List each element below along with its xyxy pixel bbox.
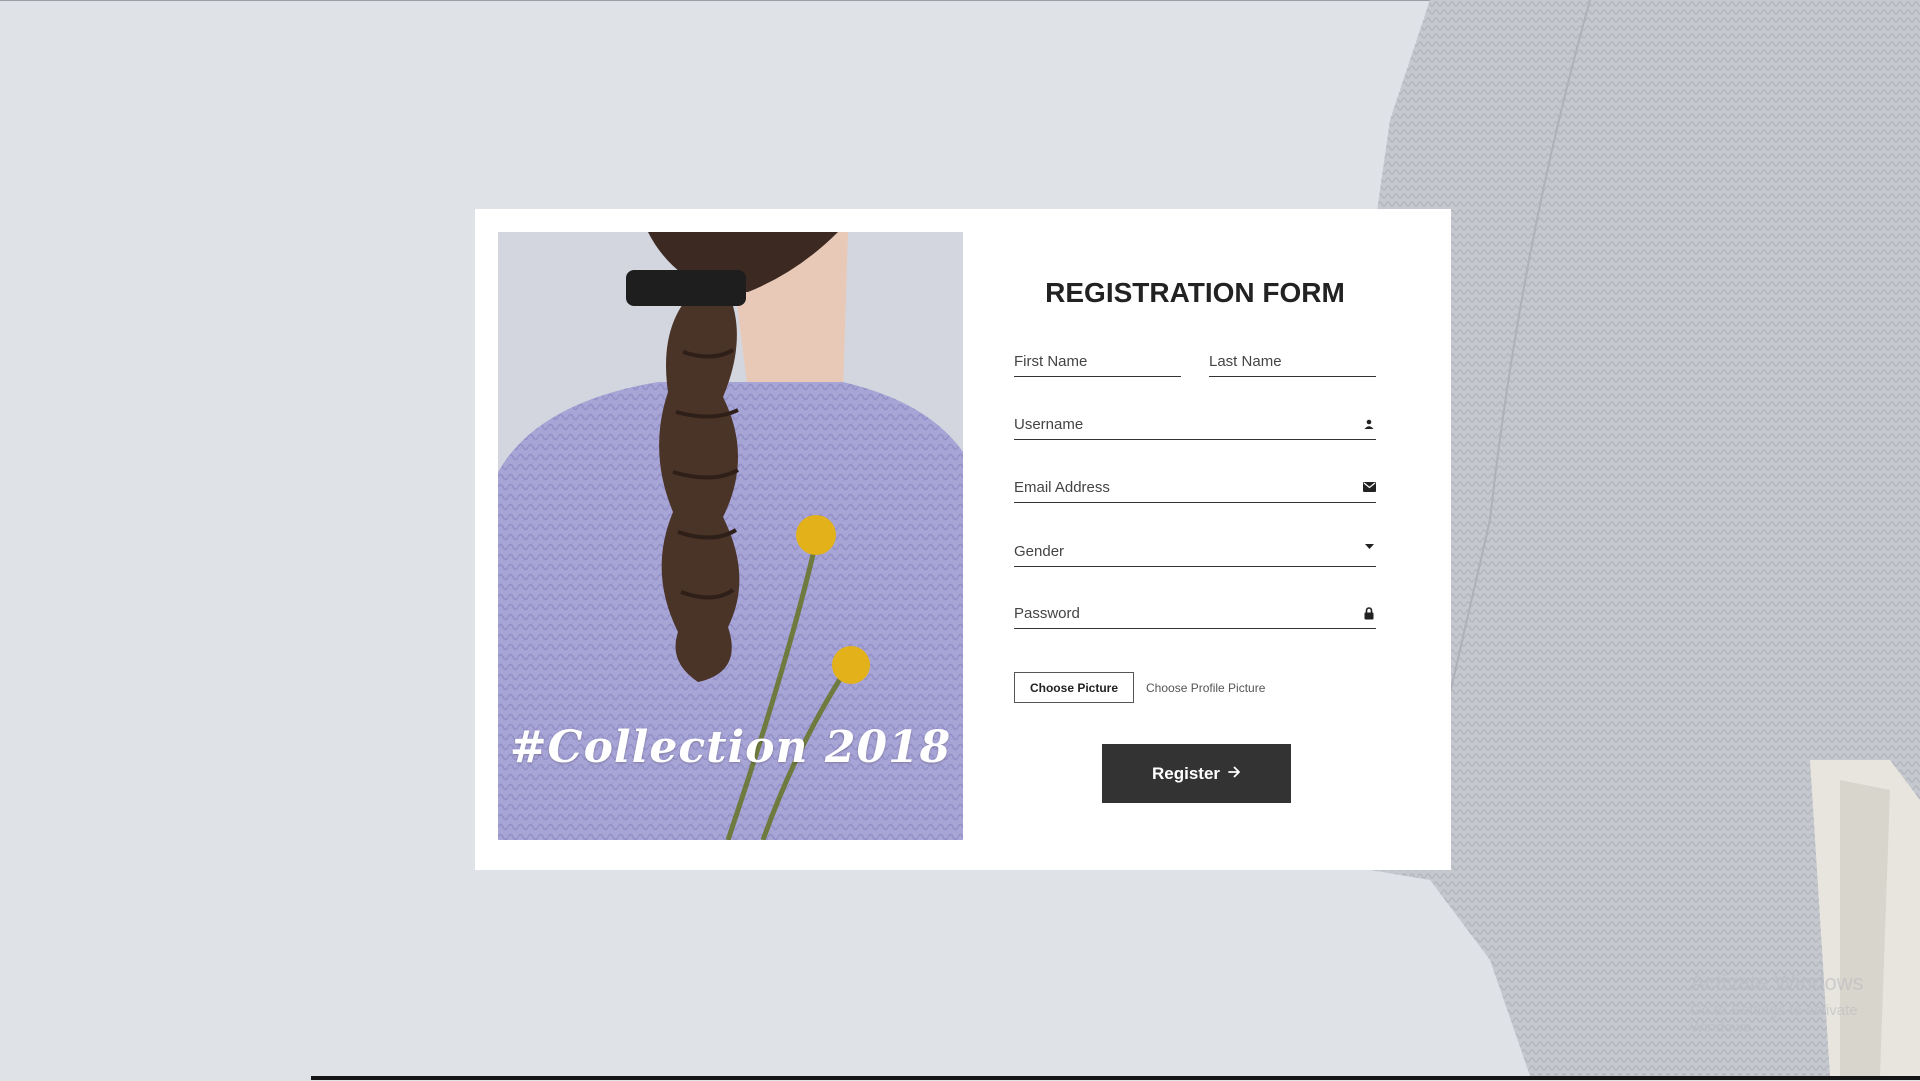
arrow-right-icon xyxy=(1228,765,1241,783)
background-model-image xyxy=(1370,0,1920,1076)
registration-form: REGISTRATION FORM Gender xyxy=(1014,209,1408,870)
profile-picture-label: Choose Profile Picture xyxy=(1146,680,1266,695)
email-field[interactable] xyxy=(1014,472,1376,503)
user-icon xyxy=(1362,417,1376,431)
registration-card: #Collection 2018 REGISTRATION FORM Gende… xyxy=(475,209,1451,870)
choose-picture-button[interactable]: Choose Picture xyxy=(1014,672,1134,703)
caret-down-icon xyxy=(1362,544,1376,558)
form-title: REGISTRATION FORM xyxy=(1045,277,1345,308)
bottom-bar xyxy=(0,1076,1920,1080)
activate-windows-watermark: Activate Windows Go to Settings to activ… xyxy=(1690,970,1920,1036)
last-name-input[interactable] xyxy=(1209,352,1408,370)
lock-icon xyxy=(1362,606,1376,620)
collection-photo: #Collection 2018 xyxy=(498,232,963,840)
register-button[interactable]: Register xyxy=(1102,744,1291,803)
envelope-icon xyxy=(1362,480,1376,494)
username-field[interactable] xyxy=(1014,409,1376,440)
watermark-subtitle: Go to Settings to activate Windows. xyxy=(1690,1002,1858,1036)
password-field[interactable] xyxy=(1014,598,1376,629)
collection-caption: #Collection 2018 xyxy=(509,722,952,773)
username-input[interactable] xyxy=(1014,415,1362,433)
email-input[interactable] xyxy=(1014,478,1362,496)
password-input[interactable] xyxy=(1014,604,1362,622)
register-label: Register xyxy=(1151,763,1221,783)
profile-picture-row: Choose Picture Choose Profile Picture xyxy=(1014,671,1265,704)
first-name-input[interactable] xyxy=(1014,352,1213,370)
last-name-field[interactable] xyxy=(1209,346,1408,377)
gender-label: Gender xyxy=(1014,542,1065,560)
gender-select[interactable]: Gender xyxy=(1014,536,1376,567)
first-name-field[interactable] xyxy=(1014,346,1213,377)
watermark-title: Activate Windows xyxy=(1690,970,1864,995)
